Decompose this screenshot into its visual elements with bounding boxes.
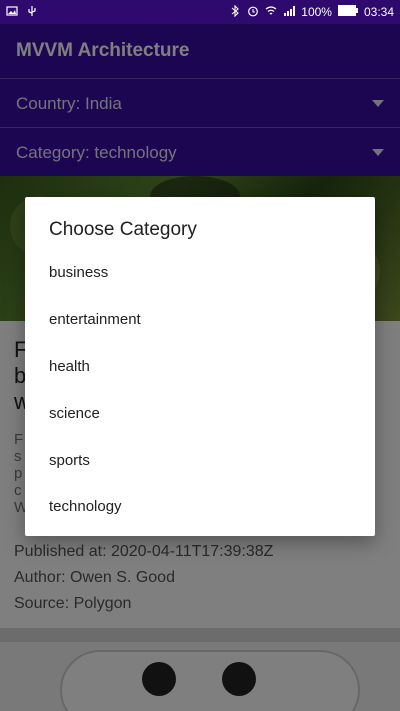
dialog-title: Choose Category <box>49 219 197 240</box>
choose-category-dialog: Choose Category business entertainment h… <box>25 197 375 536</box>
alarm-icon <box>247 5 259 20</box>
wifi-icon <box>265 5 277 20</box>
status-bar: 100% 03:34 <box>0 0 400 24</box>
category-option-health[interactable]: health <box>25 343 375 389</box>
image-icon <box>6 5 18 20</box>
option-label: technology <box>49 498 122 515</box>
option-label: health <box>49 358 90 375</box>
option-label: science <box>49 405 100 422</box>
option-label: sports <box>49 452 90 469</box>
bluetooth-icon <box>229 4 241 20</box>
option-label: entertainment <box>49 311 141 328</box>
option-label: business <box>49 264 109 281</box>
status-right-icons: 100% 03:34 <box>229 4 394 20</box>
battery-percent: 100% <box>301 5 332 19</box>
usb-icon <box>26 5 38 20</box>
clock-time: 03:34 <box>363 5 394 19</box>
category-option-science[interactable]: science <box>25 390 375 436</box>
category-option-business[interactable]: business <box>25 249 375 295</box>
category-option-sports[interactable]: sports <box>25 437 375 483</box>
battery-icon <box>337 5 358 19</box>
category-option-technology[interactable]: technology <box>25 483 375 529</box>
status-left-icons <box>6 5 38 20</box>
signal-icon <box>283 5 296 20</box>
category-option-entertainment[interactable]: entertainment <box>25 296 375 342</box>
